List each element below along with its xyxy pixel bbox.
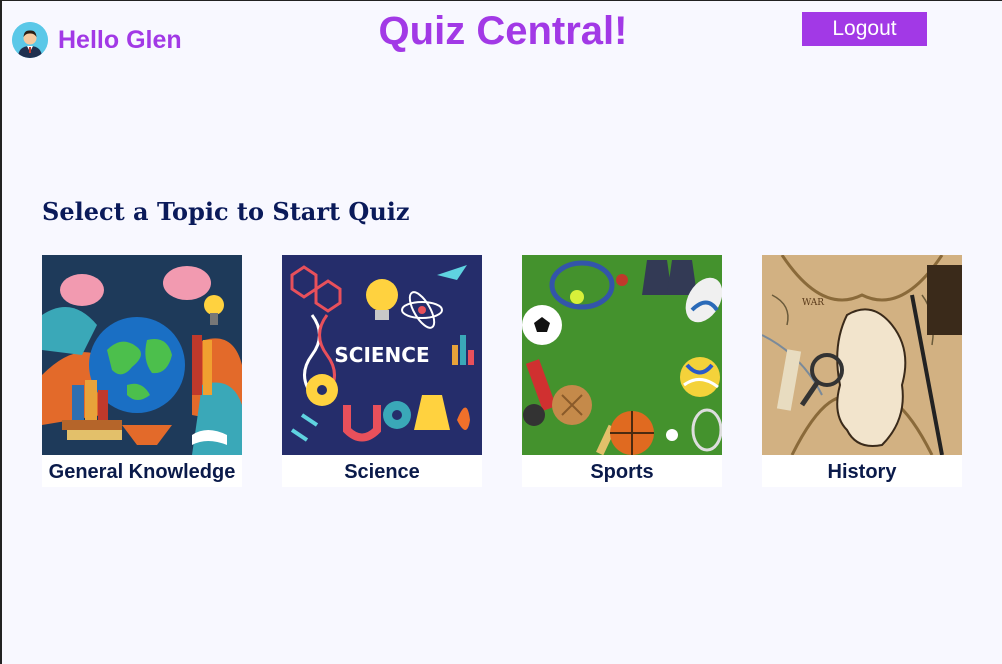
topic-label: Sports <box>590 461 654 483</box>
logout-button[interactable]: Logout <box>802 12 927 46</box>
topic-card-history[interactable]: WAR History <box>762 255 962 487</box>
header-bar: Hello Glen Quiz Central! Logout <box>2 1 1002 71</box>
topic-label: Science <box>344 461 420 483</box>
svg-text:SCIENCE: SCIENCE <box>334 343 429 367</box>
topic-card-sports[interactable]: Sports <box>522 255 722 487</box>
section-heading: Select a Topic to Start Quiz <box>42 197 410 226</box>
topic-label: General Knowledge <box>48 461 236 483</box>
ancient-map-image: WAR <box>762 255 962 455</box>
topic-card-science[interactable]: SCIENCE Science <box>282 255 482 487</box>
sports-equipment-image <box>522 255 722 455</box>
topic-card-general-knowledge[interactable]: General Knowledge <box>42 255 242 487</box>
svg-text:WAR: WAR <box>802 298 824 308</box>
topic-label: History <box>827 461 897 483</box>
globe-books-image <box>42 255 242 455</box>
science-doodle-image: SCIENCE <box>282 255 482 455</box>
